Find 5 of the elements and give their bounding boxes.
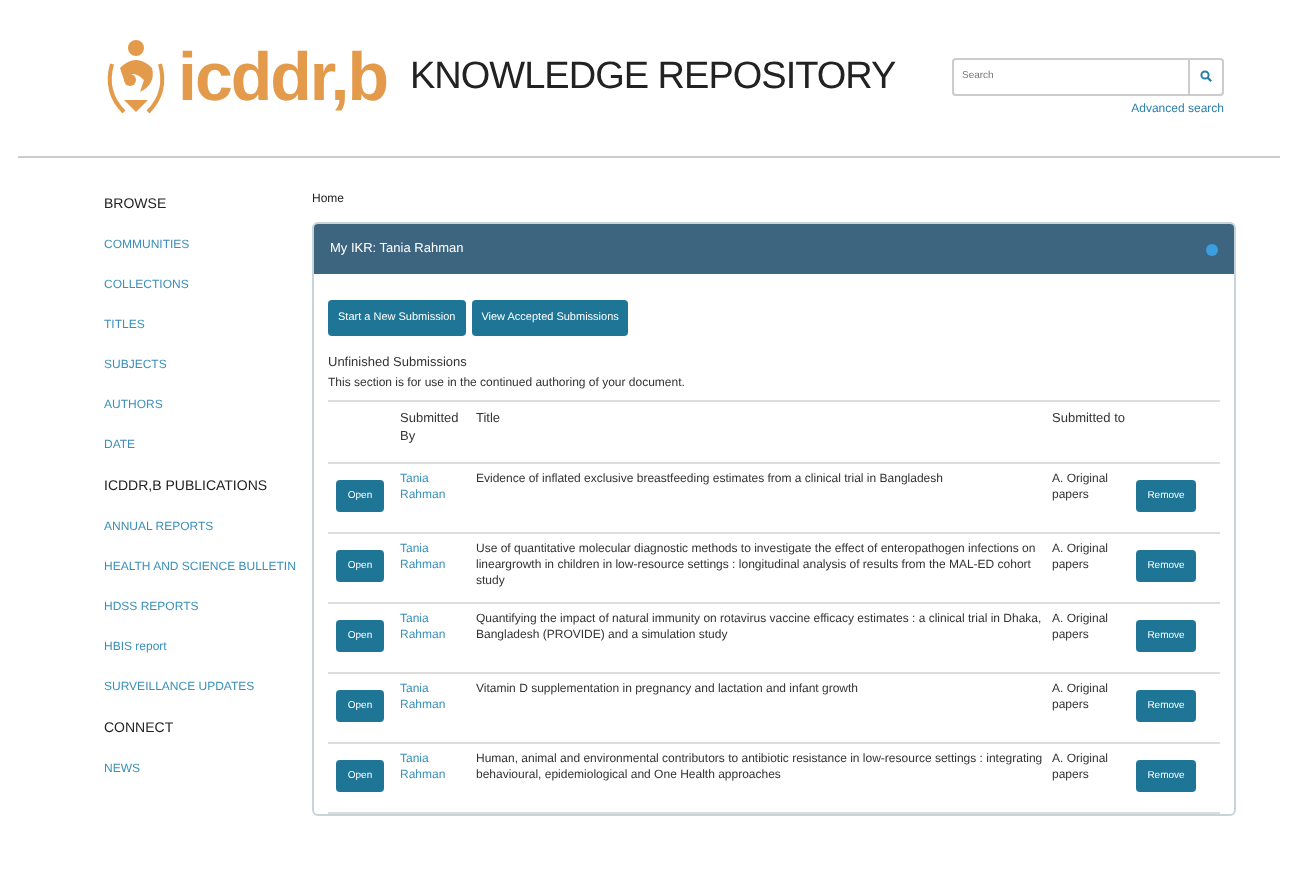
site-title: KNOWLEDGE REPOSITORY xyxy=(410,56,898,100)
circle-icon[interactable] xyxy=(1206,243,1218,255)
logo-text: icddr,b xyxy=(178,39,387,117)
search-icon xyxy=(1200,70,1212,82)
search-button[interactable] xyxy=(1190,57,1224,95)
